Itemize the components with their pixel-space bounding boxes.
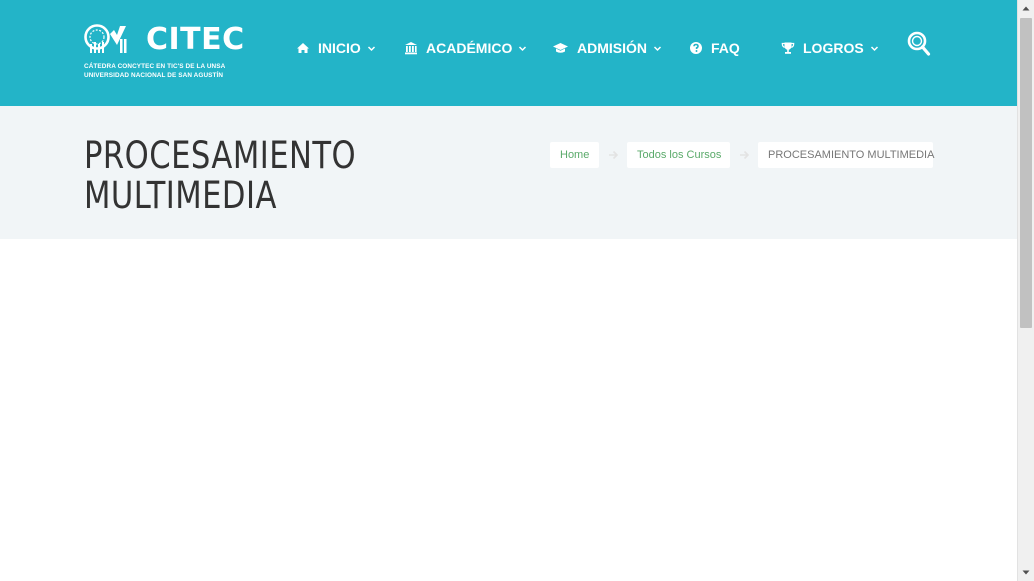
question-circle-icon — [690, 42, 702, 54]
nav-item-academico[interactable]: ACADÉMICO — [404, 36, 527, 60]
vertical-scrollbar[interactable] — [1017, 0, 1034, 581]
breadcrumb-current: PROCESAMIENTO MULTIMEDIA — [758, 142, 934, 168]
nav-label-admision: ADMISIÓN — [577, 40, 647, 56]
page-title-line-1: PROCESAMIENTO — [84, 134, 357, 177]
chevron-down-icon — [870, 45, 878, 51]
citec-logo-icon — [84, 24, 127, 53]
chevron-down-icon — [519, 45, 527, 51]
arrow-right-icon — [740, 150, 750, 160]
page-title-line-2: MULTIMEDIA — [84, 174, 277, 217]
scroll-thumb[interactable] — [1020, 18, 1032, 328]
nav-label-inicio: INICIO — [318, 40, 361, 56]
breadcrumb-todos-los-cursos[interactable]: Todos los Cursos — [627, 142, 730, 168]
nav-label-academico: ACADÉMICO — [426, 40, 513, 56]
chevron-down-icon — [367, 45, 375, 51]
graduation-cap-icon — [553, 43, 568, 53]
trophy-icon — [781, 42, 795, 54]
logo-university: UNIVERSIDAD NACIONAL DE SAN AGUSTÍN — [84, 72, 224, 79]
page: CITEC CÁTEDRA CONCYTEC EN TIC'S DE LA UN… — [0, 0, 1034, 581]
nav-label-faq: FAQ — [711, 40, 740, 56]
caret-up-icon — [1022, 6, 1030, 11]
search-button[interactable] — [907, 31, 931, 57]
nav-label-logros: LOGROS — [803, 40, 864, 56]
logo-tagline: CÁTEDRA CONCYTEC EN TIC'S DE LA UNSA — [84, 63, 226, 70]
caret-down-icon — [1022, 570, 1030, 575]
scroll-up-button[interactable] — [1018, 0, 1034, 17]
nav-item-faq[interactable]: FAQ — [689, 36, 740, 60]
home-icon — [297, 43, 309, 53]
page-title: PROCESAMIENTO MULTIMEDIA — [84, 136, 444, 216]
logo-name: CITEC — [146, 22, 245, 57]
university-icon — [405, 42, 417, 55]
arrow-right-icon — [609, 150, 619, 160]
site-header: CITEC CÁTEDRA CONCYTEC EN TIC'S DE LA UN… — [0, 0, 1017, 106]
breadcrumb-home[interactable]: Home — [550, 142, 599, 168]
main-content-area — [0, 239, 1017, 581]
nav-item-inicio[interactable]: INICIO — [296, 36, 376, 60]
nav-item-admision[interactable]: ADMISIÓN — [552, 36, 662, 60]
chevron-down-icon — [653, 45, 662, 51]
search-icon — [907, 31, 931, 56]
citec-logo[interactable]: CITEC CÁTEDRA CONCYTEC EN TIC'S DE LA UN… — [84, 22, 244, 82]
nav-item-logros[interactable]: LOGROS — [781, 36, 879, 60]
scroll-down-button[interactable] — [1018, 564, 1034, 581]
